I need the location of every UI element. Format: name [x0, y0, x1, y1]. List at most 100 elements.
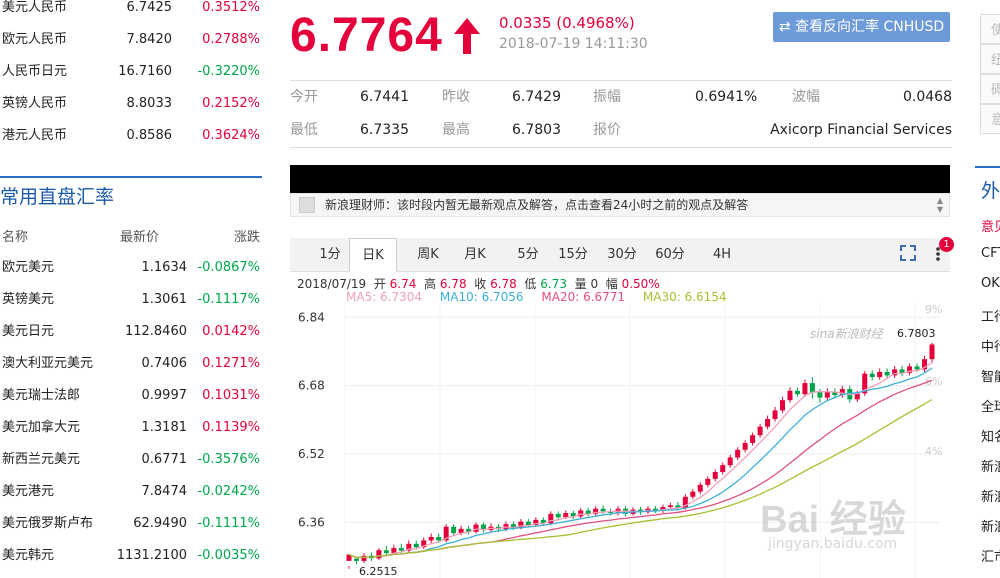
- rate-change: 0.2788%: [202, 32, 260, 47]
- ma30-value: MA30: 6.6154: [642, 290, 727, 304]
- rate-name[interactable]: 澳大利亚元美元: [2, 348, 93, 380]
- cross-rate-row[interactable]: 美元港元 7.8474 -0.0242%: [0, 476, 262, 508]
- ohlc-low: 6.73: [540, 277, 567, 291]
- tab-2[interactable]: 周K: [408, 238, 448, 271]
- ohlc-close: 6.78: [490, 277, 517, 291]
- right-link[interactable]: 知名: [981, 426, 1000, 445]
- reverse-rate-button[interactable]: ⇄ 查看反向汇率 CNHUSD: [773, 12, 950, 42]
- rate-name[interactable]: 美元日元: [2, 316, 54, 348]
- cross-rate-row[interactable]: 美元瑞士法郎 0.9997 0.1031%: [0, 380, 262, 412]
- rate-name[interactable]: 美元港元: [2, 476, 54, 508]
- right-link[interactable]: OK: [981, 276, 1000, 291]
- right-link[interactable]: CFT: [981, 246, 1000, 261]
- fullscreen-icon[interactable]: [898, 243, 918, 263]
- prev-close-label: 昨收: [442, 89, 470, 105]
- right-link[interactable]: 全球: [981, 396, 1000, 415]
- rate-change: 0.1139%: [202, 420, 260, 435]
- candle-body: [383, 550, 389, 554]
- advisor-notice[interactable]: 新浪理财师：该时段内暂无最新观点及解答，点击查看24小时之前的观点及解答 ▲ ▼: [290, 193, 950, 217]
- rate-row[interactable]: 港元人民币 0.8586 0.3624%: [0, 120, 262, 152]
- cross-rates-title: 常用直盘汇率: [0, 176, 262, 216]
- right-link[interactable]: 新浪: [981, 516, 1000, 535]
- rate-name[interactable]: 新西兰元美元: [2, 444, 80, 476]
- rate-name[interactable]: 港元人民币: [2, 120, 67, 152]
- rate-price: 0.6771: [141, 452, 188, 467]
- notice-text[interactable]: 新浪理财师：该时段内暂无最新观点及解答，点击查看24小时之前的观点及解答: [325, 194, 748, 216]
- rate-change: -0.0867%: [197, 260, 260, 275]
- rate-price: 0.7406: [141, 356, 188, 371]
- rate-price: 8.8033: [126, 96, 173, 111]
- right-tab[interactable]: 纽: [980, 44, 1000, 74]
- rate-name[interactable]: 人民币日元: [2, 56, 67, 88]
- high-value: 6.7803: [512, 122, 561, 138]
- rate-row[interactable]: 人民币日元 16.7160 -0.3220%: [0, 56, 262, 88]
- right-link[interactable]: 智能: [981, 366, 1000, 385]
- cross-rate-row[interactable]: 美元韩元 1131.2100 -0.0035%: [0, 540, 262, 572]
- cross-rate-row[interactable]: 美元加拿大元 1.3181 0.1139%: [0, 412, 262, 444]
- rate-name[interactable]: 美元韩元: [2, 540, 54, 572]
- right-link[interactable]: 新浪: [981, 486, 1000, 505]
- candle-body: [600, 508, 606, 512]
- cross-rate-row[interactable]: 美元日元 112.8460 0.0142%: [0, 316, 262, 348]
- rate-name[interactable]: 英镑人民币: [2, 88, 67, 120]
- scroll-arrows-icon[interactable]: ▲ ▼: [937, 196, 943, 214]
- right-link[interactable]: 汇市: [981, 546, 1000, 565]
- rate-price: 1.3061: [141, 292, 188, 307]
- right-tab[interactable]: 使: [980, 14, 1000, 44]
- ohlc-low-label: 低: [524, 277, 537, 291]
- right-tab-label[interactable]: 使: [991, 19, 1000, 38]
- tab-5[interactable]: 15分: [553, 238, 593, 271]
- right-tab-label[interactable]: 意: [991, 109, 1000, 128]
- tab-6[interactable]: 30分: [602, 238, 642, 271]
- rate-name[interactable]: 美元瑞士法郎: [2, 380, 80, 412]
- right-tab-label[interactable]: 纽: [991, 49, 1000, 68]
- candle-body: [413, 543, 419, 548]
- high-label: 最高: [442, 122, 470, 138]
- tab-1[interactable]: 日K: [349, 238, 397, 272]
- cross-rate-row[interactable]: 美元俄罗斯卢布 62.9490 -0.1111%: [0, 508, 262, 540]
- rate-name[interactable]: 美元俄罗斯卢布: [2, 508, 93, 540]
- cross-rate-row[interactable]: 欧元美元 1.1634 -0.0867%: [0, 252, 262, 284]
- rate-name[interactable]: 美元人民币: [2, 0, 67, 24]
- candle-body: [720, 465, 726, 472]
- rate-price: 6.7425: [126, 0, 173, 15]
- candle-body: [772, 410, 778, 419]
- cross-rate-row[interactable]: 澳大利亚元美元 0.7406 0.1271%: [0, 348, 262, 380]
- rate-change: -0.0242%: [197, 484, 260, 499]
- rate-row[interactable]: 英镑人民币 8.8033 0.2152%: [0, 88, 262, 120]
- right-tab[interactable]: 碍: [980, 74, 1000, 104]
- y-tick-label: 6.52: [298, 447, 325, 461]
- up-arrow-icon: [454, 18, 480, 54]
- tab-8[interactable]: 4H: [702, 238, 742, 271]
- avatar: [299, 197, 315, 213]
- ohlc-high: 6.78: [439, 277, 467, 291]
- cross-rates-header: 名称 最新价 涨跌: [0, 226, 262, 246]
- right-tab-label[interactable]: 碍: [991, 79, 1000, 98]
- ohlc-vol-label: 量: [574, 277, 587, 291]
- right-link[interactable]: 意见: [981, 216, 1000, 235]
- tab-4[interactable]: 5分: [508, 238, 548, 271]
- tab-7[interactable]: 60分: [650, 238, 690, 271]
- rate-row[interactable]: 欧元人民币 7.8420 0.2788%: [0, 24, 262, 56]
- rate-name[interactable]: 美元加拿大元: [2, 412, 80, 444]
- ohlc-open: 6.74: [389, 277, 417, 291]
- candle-body: [794, 390, 800, 395]
- cross-rate-row[interactable]: 新西兰元美元 0.6771 -0.3576%: [0, 444, 262, 476]
- rate-name[interactable]: 欧元人民币: [2, 24, 67, 56]
- right-link[interactable]: 工行: [981, 306, 1000, 325]
- ohlc-vol: 0: [590, 277, 599, 291]
- tab-0[interactable]: 1分: [310, 238, 350, 271]
- rate-row[interactable]: 美元人民币 6.7425 0.3512%: [0, 0, 262, 24]
- right-tab[interactable]: 意: [980, 104, 1000, 134]
- rate-change: 0.0142%: [202, 324, 260, 339]
- right-link[interactable]: 中行: [981, 336, 1000, 355]
- cross-rate-row[interactable]: 英镑美元 1.3061 -0.1117%: [0, 284, 262, 316]
- rate-name[interactable]: 欧元美元: [2, 252, 54, 284]
- candle-body: [555, 513, 561, 518]
- rate-change: -0.1111%: [197, 516, 260, 531]
- candle-body: [398, 548, 404, 551]
- rate-name[interactable]: 英镑美元: [2, 284, 54, 316]
- right-link[interactable]: 新浪: [981, 456, 1000, 475]
- min-price-label: 6.2515: [359, 565, 398, 578]
- tab-3[interactable]: 月K: [455, 238, 495, 271]
